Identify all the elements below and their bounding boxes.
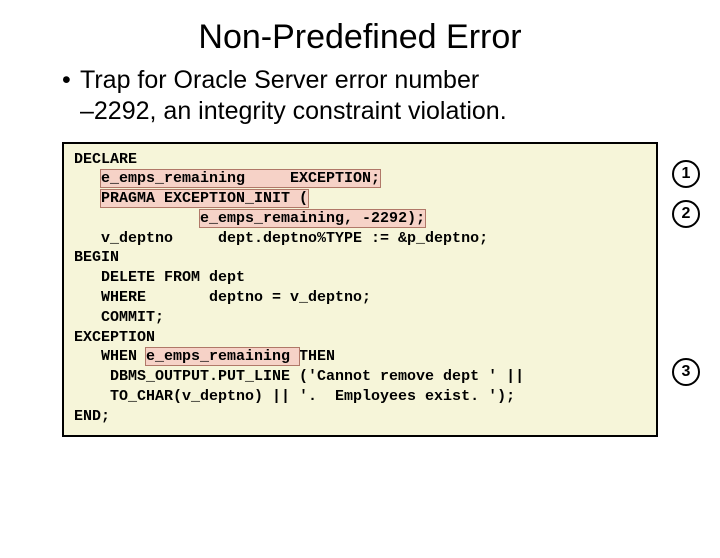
annotation-2: 2 [672, 200, 700, 228]
code-line: DECLARE [74, 151, 137, 168]
slide-title: Non-Predefined Error [0, 18, 720, 57]
highlight-exception-decl: e_emps_remaining EXCEPTION; [101, 170, 380, 187]
bullet-line-1: Trap for Oracle Server error number [80, 66, 479, 94]
code-wrap: DECLARE e_emps_remaining EXCEPTION; PRAG… [62, 142, 658, 437]
bullet-line-2: –2292, an integrity constraint violation… [80, 97, 507, 125]
code-line-pad [74, 170, 101, 187]
code-line: EXCEPTION [74, 329, 155, 346]
code-line-pad: WHEN [74, 348, 146, 365]
highlight-pragma-args: e_emps_remaining, -2292); [200, 210, 425, 227]
code-line: THEN [299, 348, 335, 365]
code-line: DELETE FROM dept [74, 269, 245, 286]
code-line: TO_CHAR(v_deptno) || '. Employees exist.… [74, 388, 515, 405]
code-line: v_deptno dept.deptno%TYPE := &p_deptno; [74, 230, 488, 247]
code-line: BEGIN [74, 249, 119, 266]
highlight-pragma: PRAGMA EXCEPTION_INIT ( [101, 190, 308, 207]
code-line: DBMS_OUTPUT.PUT_LINE ('Cannot remove dep… [74, 368, 524, 385]
code-line: END; [74, 408, 110, 425]
code-line: COMMIT; [74, 309, 164, 326]
annotation-1: 1 [672, 160, 700, 188]
highlight-exception-ref: e_emps_remaining [146, 348, 299, 365]
annotation-3: 3 [672, 358, 700, 386]
code-line-pad [74, 210, 200, 227]
bullet-item: • Trap for Oracle Server error number –2… [62, 65, 658, 128]
code-line-pad [74, 190, 101, 207]
code-box: DECLARE e_emps_remaining EXCEPTION; PRAG… [62, 142, 658, 437]
code-line: WHERE deptno = v_deptno; [74, 289, 371, 306]
bullet-dot: • [62, 65, 80, 128]
